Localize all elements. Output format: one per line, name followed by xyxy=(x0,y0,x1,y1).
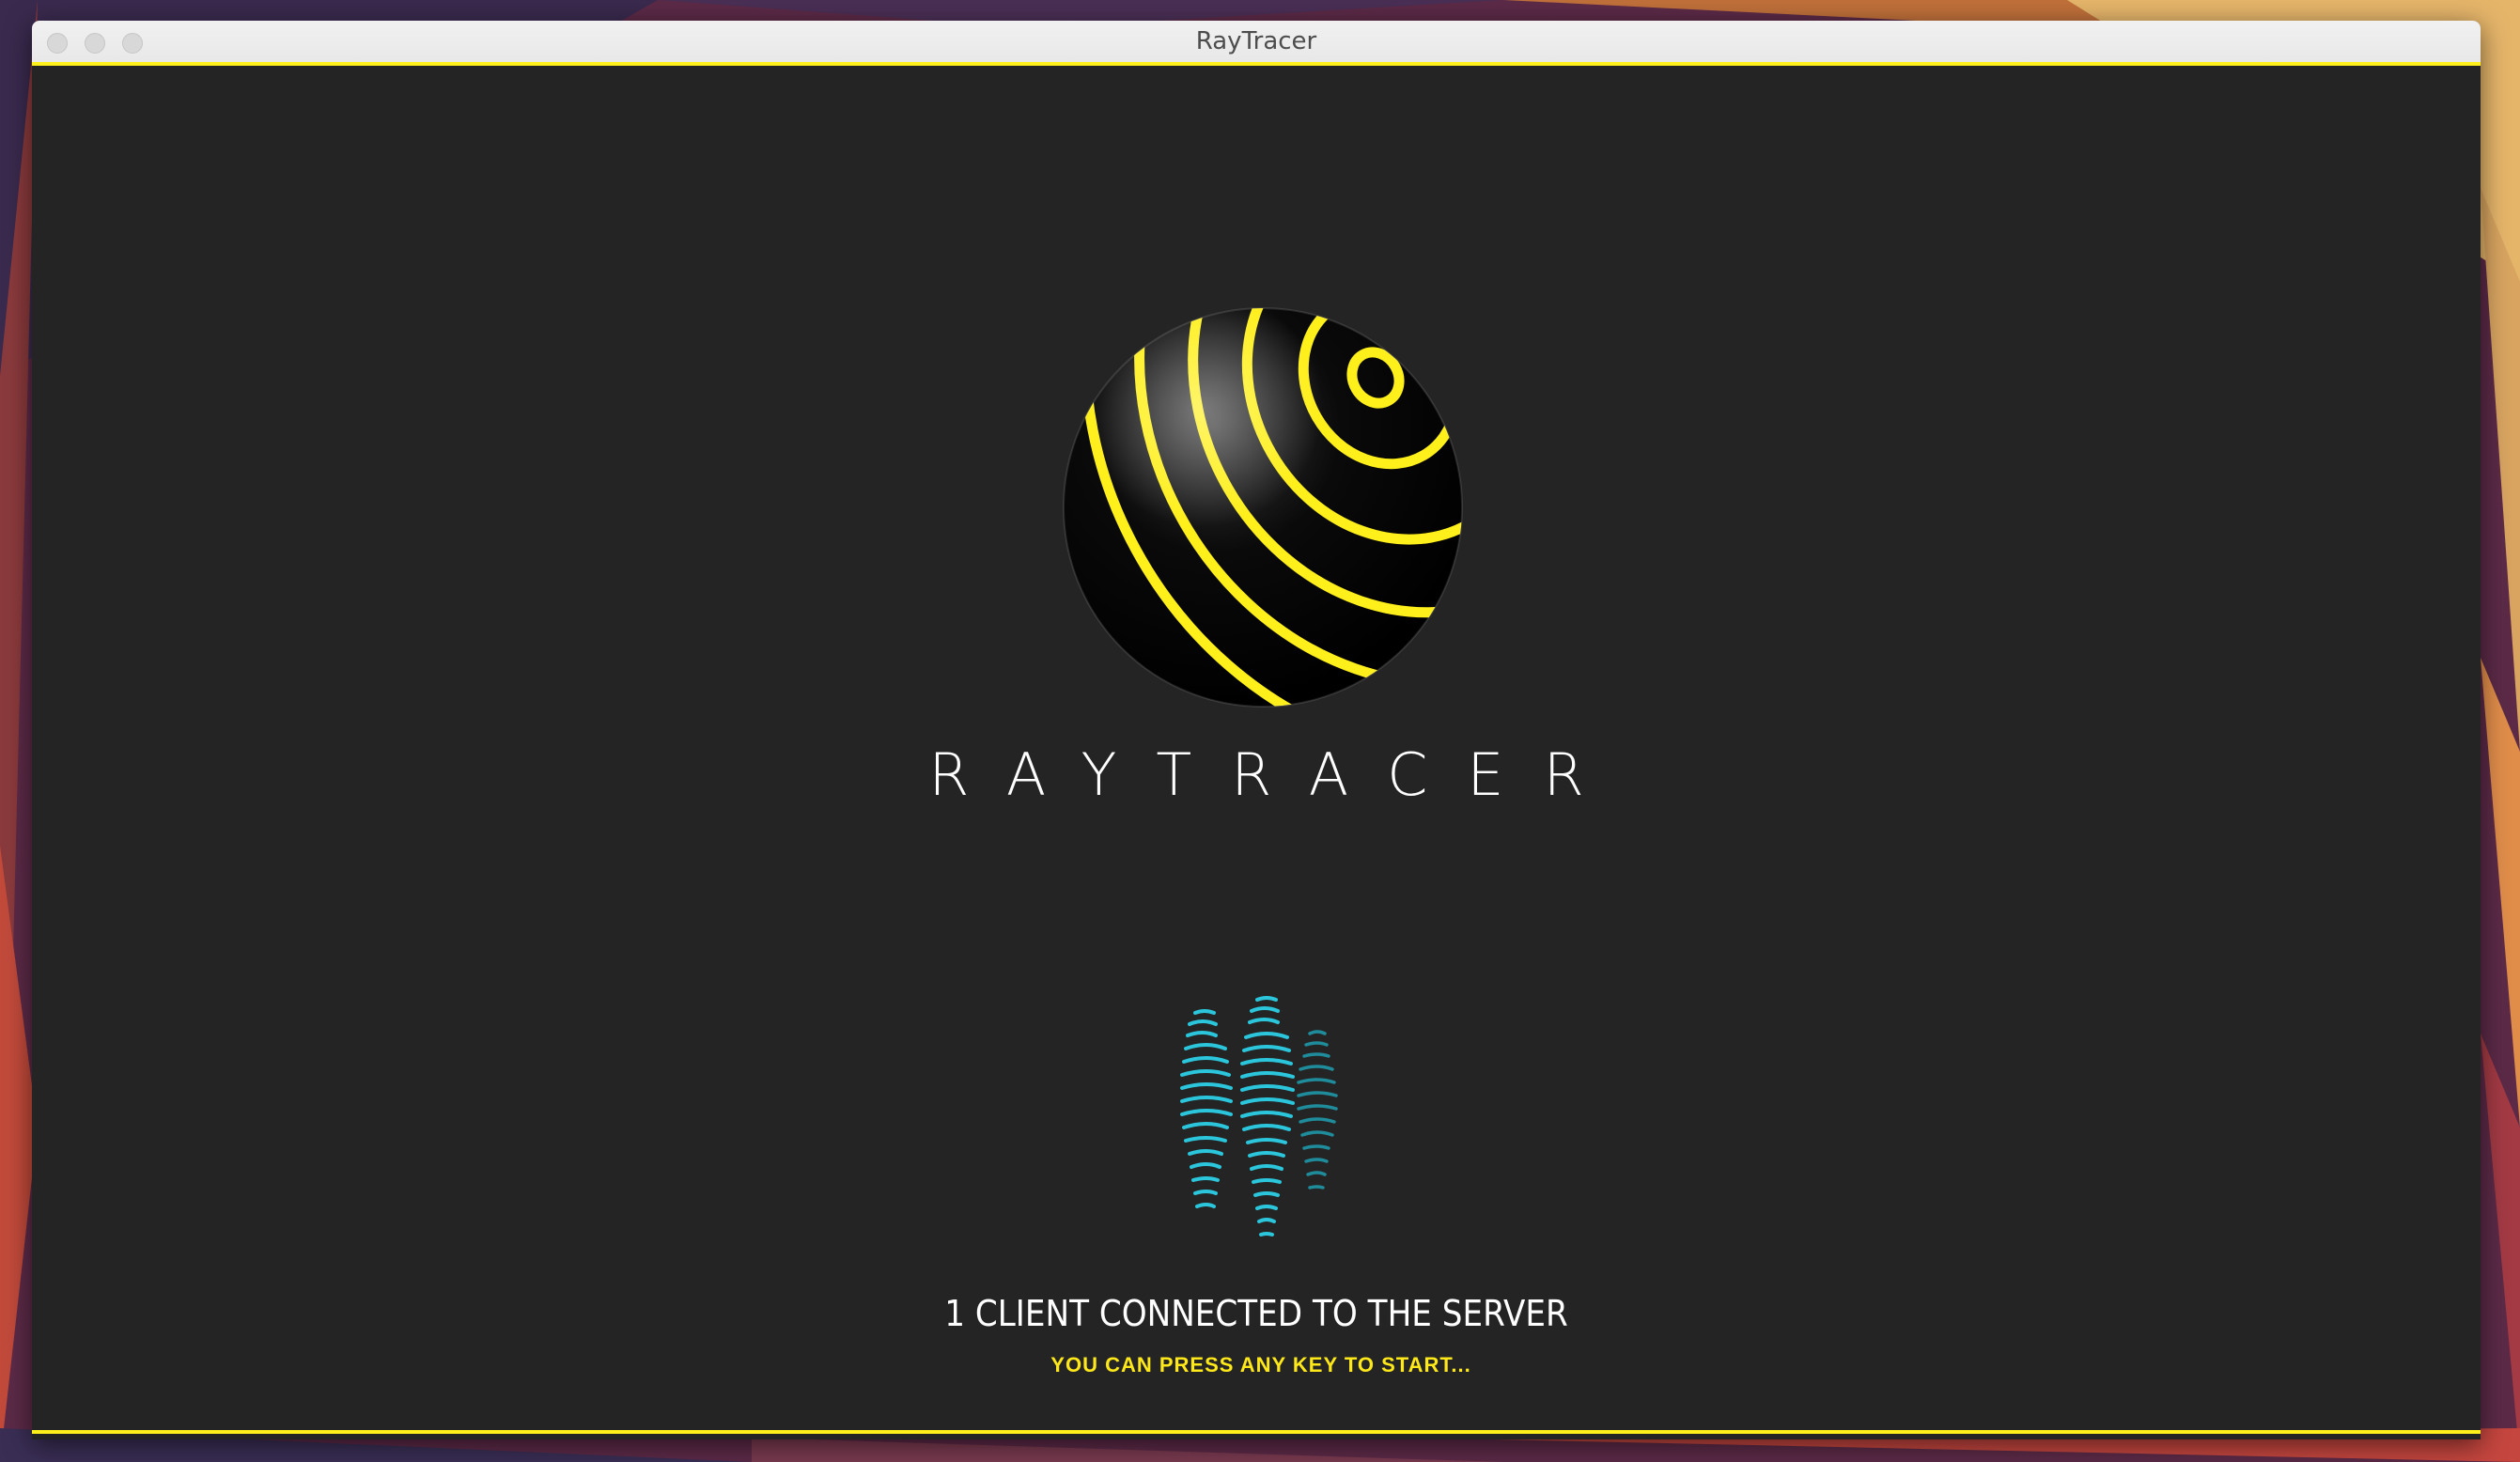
striped-sphere-logo-icon xyxy=(1047,291,1479,723)
bottom-accent-line xyxy=(32,1430,2481,1434)
splash-screen: RAYTRACER 1 CLIENT CONNECTED TO THE SERV… xyxy=(32,66,2481,1439)
brand-title: RAYTRACER xyxy=(928,740,1624,809)
title-bar[interactable]: RayTracer xyxy=(32,21,2481,66)
press-key-hint: YOU CAN PRESS ANY KEY TO START... xyxy=(1050,1353,1471,1376)
app-window: RayTracer RAYTRACER 1 CLIENT CONNECTED T… xyxy=(32,21,2481,1439)
window-title: RayTracer xyxy=(1195,27,1317,55)
connected-clients-status: 1 CLIENT CONNECTED TO THE SERVER xyxy=(944,1293,1568,1334)
people-icon xyxy=(1159,996,1366,1278)
